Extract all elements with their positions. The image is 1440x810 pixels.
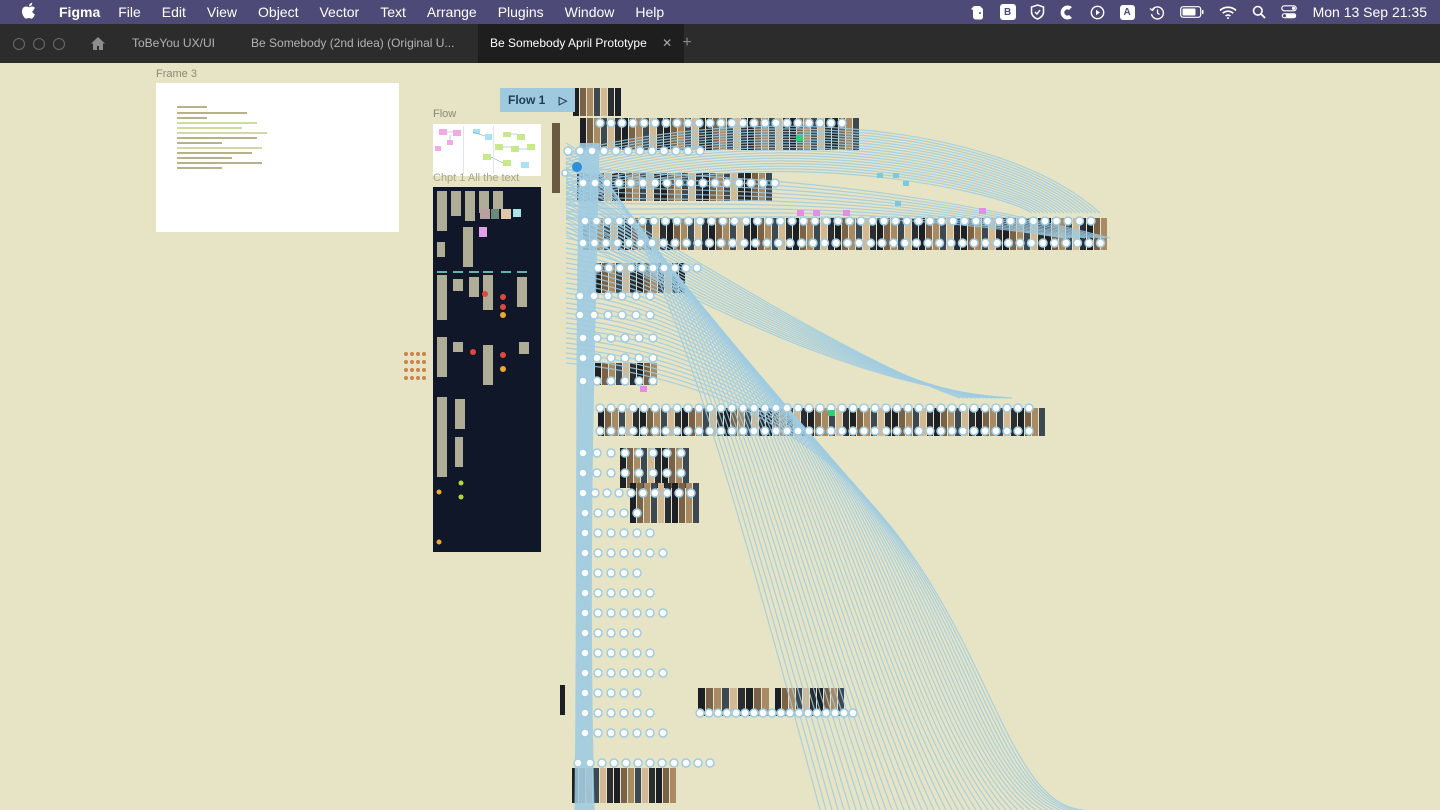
menu-window[interactable]: Window [565,0,615,24]
tab-tobeyou-ux-ui[interactable]: ToBeYou UX/UI [120,24,227,63]
play-icon[interactable]: ▷ [559,89,567,113]
figma-tab-bar: ToBeYou UX/UI Be Somebody (2nd idea) (Or… [0,24,1440,63]
wifi-icon[interactable] [1218,4,1237,20]
apple-menu-icon[interactable] [21,2,39,23]
control-center-icon[interactable] [1280,4,1297,20]
flow-starting-point-badge[interactable]: Flow 1 ▷ [500,88,576,113]
tab-be-somebody-april-prototype[interactable]: Be Somebody April Prototype ✕ [478,24,684,63]
clipboard-icon[interactable] [1060,4,1076,20]
flow-name: Flow 1 [508,93,546,107]
status-area: B A Mon 13 Sep 21:35 [970,0,1440,24]
prototype-connections[interactable] [0,63,1440,810]
vpn-shield-icon[interactable] [1030,4,1046,20]
bear-icon[interactable]: B [999,4,1016,20]
window-zoom-button[interactable] [53,38,65,50]
menu-view[interactable]: View [207,0,237,24]
menu-object[interactable]: Object [258,0,298,24]
menu-help[interactable]: Help [635,0,664,24]
battery-icon[interactable] [1179,4,1205,20]
time-machine-icon[interactable] [1149,4,1165,20]
app-menu-figma[interactable]: Figma [59,0,100,24]
tab-label: Be Somebody (2nd idea) (Original U... [251,36,455,50]
macos-menubar: Figma File Edit View Object Vector Text … [0,0,1440,24]
menu-vector[interactable]: Vector [319,0,359,24]
input-source-icon[interactable]: A [1119,4,1135,20]
window-minimize-button[interactable] [33,38,45,50]
menu-edit[interactable]: Edit [162,0,186,24]
window-close-button[interactable] [13,38,25,50]
menu-plugins[interactable]: Plugins [498,0,544,24]
figma-canvas[interactable]: Frame 3 Flow Chpt 1 All the text Flow 1 … [0,63,1440,810]
menu-file[interactable]: File [118,0,141,24]
spotlight-icon[interactable] [1251,4,1267,20]
menu-text[interactable]: Text [380,0,406,24]
tab-label: Be Somebody April Prototype [490,36,647,50]
tab-label: ToBeYou UX/UI [132,36,215,50]
close-tab-icon[interactable]: ✕ [662,36,672,50]
play-circle-icon[interactable] [1090,4,1106,20]
menu-arrange[interactable]: Arrange [427,0,477,24]
menubar-clock[interactable]: Mon 13 Sep 21:35 [1313,4,1427,20]
new-tab-button[interactable]: + [679,33,695,53]
tab-be-somebody-2nd-idea[interactable]: Be Somebody (2nd idea) (Original U... [239,24,466,63]
home-icon[interactable] [90,36,106,51]
evernote-icon[interactable] [970,4,986,20]
